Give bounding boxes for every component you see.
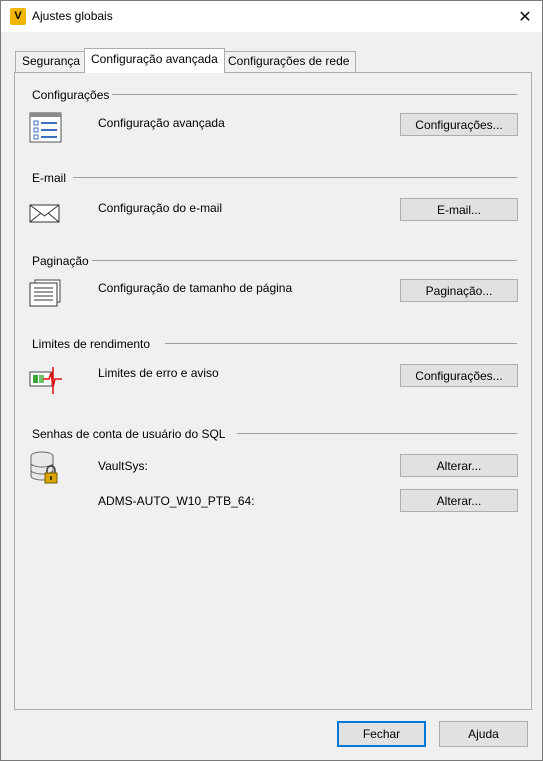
adms-account-label: ADMS-AUTO_W10_PTB_64: [98, 494, 255, 508]
section-divider [237, 433, 517, 434]
tab-advanced-config[interactable]: Configuração avançada [84, 48, 225, 73]
section-heading-config: Configurações [32, 88, 110, 102]
section-heading-sql: Senhas de conta de usuário do SQL [32, 427, 226, 441]
section-divider [73, 177, 517, 178]
close-icon[interactable]: ✕ [508, 1, 542, 32]
vault-app-icon: V [10, 8, 26, 25]
change-vaultsys-password-button[interactable]: Alterar... [400, 454, 518, 477]
section-heading-limits: Limites de rendimento [32, 337, 151, 351]
advanced-config-button[interactable]: Configurações... [400, 113, 518, 136]
settings-list-icon [29, 112, 62, 143]
window-title: Ajustes globais [32, 9, 113, 23]
section-divider [165, 343, 517, 344]
page-size-config-label: Configuração de tamanho de página [98, 281, 293, 295]
close-button[interactable]: Fechar [337, 721, 426, 747]
limits-config-button[interactable]: Configurações... [400, 364, 518, 387]
email-button[interactable]: E-mail... [400, 198, 518, 221]
performance-meter-icon [29, 367, 62, 394]
advanced-config-label: Configuração avançada [98, 116, 225, 130]
vaultsys-label: VaultSys: [98, 459, 148, 473]
section-heading-email: E-mail [32, 171, 67, 185]
tab-network-config[interactable]: Configurações de rede [221, 51, 357, 72]
global-settings-dialog: V Ajustes globais ✕ Segurança Configuraç… [0, 0, 543, 761]
error-warning-limits-label: Limites de erro e aviso [98, 366, 219, 380]
change-adms-password-button[interactable]: Alterar... [400, 489, 518, 512]
section-divider [92, 260, 517, 261]
help-button[interactable]: Ajuda [439, 721, 528, 747]
section-heading-paging: Paginação [32, 254, 89, 268]
email-config-label: Configuração do e-mail [98, 201, 223, 215]
document-pages-icon [29, 279, 61, 307]
paging-button[interactable]: Paginação... [400, 279, 518, 302]
database-lock-icon [30, 451, 58, 484]
title-bar: V Ajustes globais ✕ [1, 1, 542, 32]
section-divider [112, 94, 517, 95]
tab-panel-advanced: Configurações Configuração avançada Conf… [14, 72, 532, 710]
envelope-icon [29, 204, 60, 223]
tab-security[interactable]: Segurança [15, 51, 88, 72]
